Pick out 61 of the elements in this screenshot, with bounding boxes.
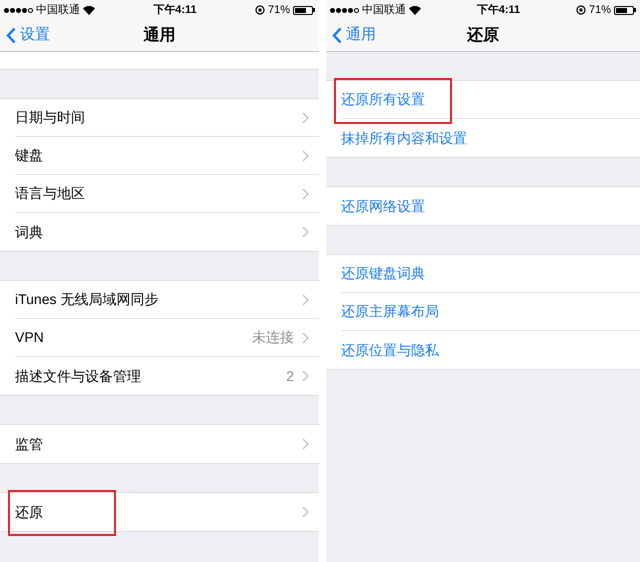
row-label: 键盘 bbox=[15, 146, 44, 165]
signal-icon bbox=[330, 8, 359, 12]
list-row[interactable]: 日期与时间 bbox=[0, 99, 319, 137]
battery-icon bbox=[292, 6, 315, 14]
chevron-icon bbox=[302, 188, 309, 200]
signal-icon bbox=[4, 8, 33, 12]
battery-percent: 71% bbox=[588, 2, 611, 18]
list-row[interactable]: 还原主屏幕布局 bbox=[326, 293, 640, 331]
battery-percent: 71% bbox=[268, 2, 290, 18]
row-label: 日期与时间 bbox=[15, 108, 86, 127]
chevron-icon bbox=[302, 438, 309, 450]
row-label: 词典 bbox=[15, 222, 44, 242]
back-button[interactable]: 设置 bbox=[6, 24, 50, 46]
chevron-icon bbox=[302, 112, 309, 124]
list-row[interactable]: 还原所有设置 bbox=[326, 81, 640, 119]
row-label: 描述文件与设备管理 bbox=[15, 366, 142, 386]
row-label: 还原主屏幕布局 bbox=[341, 302, 440, 321]
rotation-lock-icon bbox=[576, 5, 586, 15]
battery-icon bbox=[614, 6, 636, 14]
row-label: 抹掉所有内容和设置 bbox=[341, 128, 468, 148]
nav-title: 通用 bbox=[144, 25, 176, 46]
rotation-lock-icon bbox=[254, 5, 265, 15]
nav-title: 还原 bbox=[467, 26, 499, 46]
chevron-icon bbox=[302, 332, 309, 344]
wifi-icon bbox=[83, 6, 95, 14]
list-row[interactable]: VPN 未连接 bbox=[0, 319, 319, 357]
row-value: 2 bbox=[286, 366, 294, 386]
carrier-name: 中国联通 bbox=[362, 2, 406, 18]
list-row[interactable]: 还原位置与隐私 bbox=[326, 331, 640, 369]
row-label: 还原 bbox=[15, 502, 44, 522]
row-label: 还原所有设置 bbox=[341, 90, 426, 109]
list-row[interactable]: 词典 bbox=[0, 213, 319, 251]
row-label: 还原网络设置 bbox=[341, 196, 426, 216]
row-label: 监管 bbox=[15, 434, 44, 454]
list-row[interactable]: 还原网络设置 bbox=[326, 187, 640, 225]
list-row[interactable]: 语言与地区 bbox=[0, 175, 319, 213]
status-time: 下午4:11 bbox=[153, 2, 197, 18]
list-row[interactable]: 描述文件与设备管理 2 bbox=[0, 357, 319, 395]
row-label: 语言与地区 bbox=[15, 184, 86, 203]
chevron-icon bbox=[302, 150, 309, 162]
list-row[interactable]: 键盘 bbox=[0, 137, 319, 175]
status-time: 下午4:11 bbox=[476, 2, 520, 18]
list-row[interactable]: 还原键盘词典 bbox=[326, 255, 640, 293]
row-label: 还原键盘词典 bbox=[341, 264, 426, 283]
chevron-icon bbox=[302, 506, 309, 518]
back-button[interactable]: 通用 bbox=[332, 24, 376, 46]
chevron-icon bbox=[302, 226, 309, 238]
list-row[interactable]: iTunes 无线局域网同步 bbox=[0, 281, 319, 319]
carrier-name: 中国联通 bbox=[36, 2, 80, 18]
row-label: iTunes 无线局域网同步 bbox=[15, 290, 160, 309]
wifi-icon bbox=[409, 6, 421, 14]
back-chevron-icon bbox=[332, 26, 342, 44]
row-label: 还原位置与隐私 bbox=[341, 340, 440, 360]
row-label: VPN bbox=[15, 328, 45, 347]
chevron-icon bbox=[302, 294, 309, 306]
list-row[interactable]: 监管 bbox=[0, 425, 319, 463]
list-row[interactable]: 还原 bbox=[0, 493, 319, 531]
back-chevron-icon bbox=[6, 26, 16, 44]
chevron-icon bbox=[302, 370, 309, 382]
list-row[interactable]: 抹掉所有内容和设置 bbox=[326, 119, 640, 157]
row-value: 未连接 bbox=[252, 328, 294, 347]
